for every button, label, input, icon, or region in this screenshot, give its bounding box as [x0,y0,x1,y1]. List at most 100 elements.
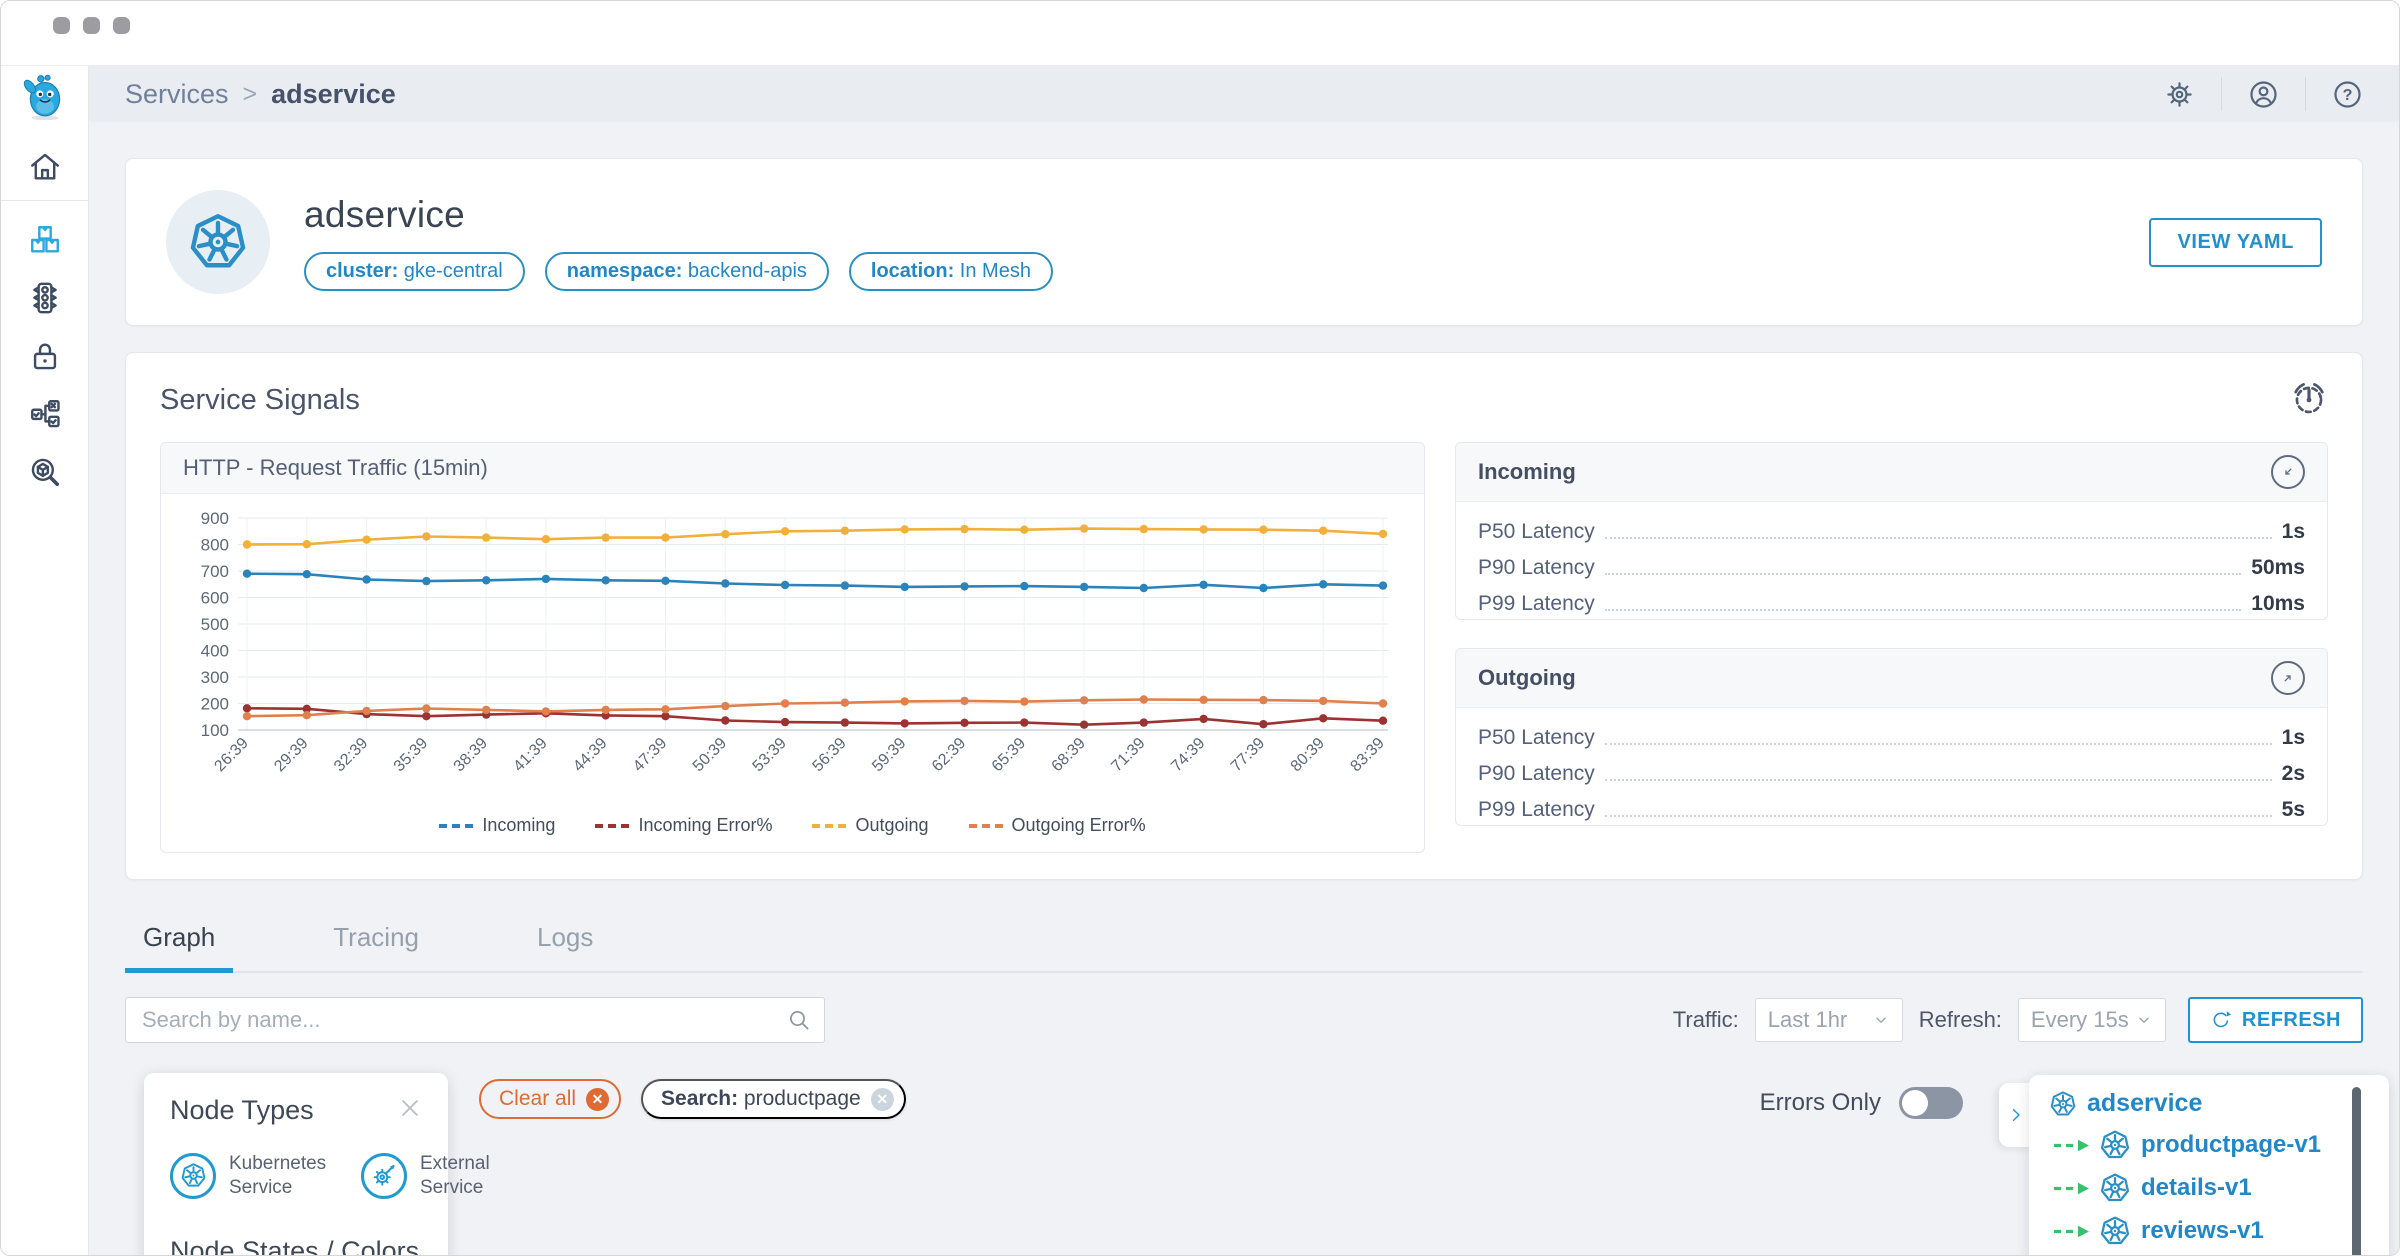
refresh-select[interactable]: Every 15s [2018,998,2166,1042]
svg-text:26:39: 26:39 [211,735,251,775]
service-title: adservice [304,194,1053,236]
tab-tracing[interactable]: Tracing [329,914,423,971]
legend-label: Outgoing [855,815,928,836]
side-panel-target-productpage-v1[interactable]: productpage-v1 [2049,1129,2349,1161]
svg-text:44:39: 44:39 [570,735,610,775]
gauge-icon[interactable] [2290,379,2328,422]
latency-label: P90 Latency [1478,556,1595,580]
legend-label: Outgoing Error% [1012,815,1146,836]
sidebar-item-traffic-light[interactable] [1,269,88,327]
graph-canvas[interactable]: Node Types Kubernetes Service External S… [125,1073,2363,1256]
graph-toolbar: Traffic: Last 1hr Refresh: Every 15s [125,997,2363,1043]
side-panel-root-service[interactable]: adservice [2049,1089,2349,1118]
home-icon [28,150,62,184]
badge-location[interactable]: location: In Mesh [849,252,1053,291]
traffic-select[interactable]: Last 1hr [1755,998,1903,1042]
svg-text:56:39: 56:39 [809,735,849,775]
latency-label: P50 Latency [1478,520,1595,544]
sidebar-item-home[interactable] [1,138,88,196]
clear-all-x-icon[interactable]: ✕ [586,1088,609,1111]
sidebar-divider [1,200,88,201]
svg-text:53:39: 53:39 [750,735,790,775]
node-type-label: Kubernetes Service [229,1152,321,1200]
clear-all-chip[interactable]: Clear all ✕ [479,1079,621,1119]
chevron-down-icon [1872,1011,1890,1029]
kubernetes-icon [2099,1172,2131,1204]
latency-row: P50 Latency 1s [1478,510,2305,546]
app-window: Services > adservice adservi [0,0,2400,1256]
edge-arrow-icon [2053,1139,2089,1152]
sidebar-item-search-explore[interactable] [1,443,88,501]
svg-text:700: 700 [201,562,229,581]
close-icon[interactable] [398,1096,422,1125]
incoming-title: Incoming [1478,459,1576,485]
node-type-kubernetes-service: Kubernetes Service [170,1152,321,1200]
dotted-leader [1605,609,2242,611]
refresh-button[interactable]: REFRESH [2188,997,2363,1043]
latency-value: 5s [2282,798,2305,822]
window-dot[interactable] [83,17,100,34]
window-dot[interactable] [113,17,130,34]
latency-label: P99 Latency [1478,592,1595,616]
help-icon[interactable] [2332,79,2363,110]
svg-text:80:39: 80:39 [1288,735,1328,775]
kiali-logo[interactable] [20,68,70,124]
window-dot[interactable] [53,17,70,34]
latency-row: P50 Latency 1s [1478,716,2305,752]
external-service-icon [361,1153,407,1199]
view-yaml-button[interactable]: VIEW YAML [2149,218,2322,267]
user-account-icon[interactable] [2248,79,2279,110]
svg-text:62:39: 62:39 [929,735,969,775]
svg-text:300: 300 [201,668,229,687]
legend-item-incoming[interactable]: Incoming [439,815,555,836]
edge-arrow-icon [2053,1225,2089,1238]
kubernetes-service-icon [170,1153,216,1199]
topbar: Services > adservice [89,66,2399,122]
errors-only-label: Errors Only [1760,1089,1881,1117]
graph-legend-panel: Node Types Kubernetes Service External S… [144,1073,448,1256]
legend-item-incoming-error-[interactable]: Incoming Error% [595,815,772,836]
tab-graph[interactable]: Graph [139,914,219,971]
service-header-card: adservice cluster: gke-central namespace:… [125,158,2363,326]
legend-item-outgoing[interactable]: Outgoing [812,815,928,836]
remove-filter-x-icon[interactable]: ✕ [871,1088,894,1111]
incoming-arrow-icon[interactable] [2271,455,2305,489]
outgoing-arrow-icon[interactable] [2271,661,2305,695]
detail-tabs: Graph Tracing Logs [125,914,2363,973]
traffic-chart-panel: HTTP - Request Traffic (15min) 900800700… [160,442,1425,853]
search-filter-chip[interactable]: Search: productpage ✕ [641,1079,906,1119]
badge-namespace[interactable]: namespace: backend-apis [545,252,829,291]
scrollbar-thumb[interactable] [2352,1087,2361,1256]
legend-label: Incoming [482,815,555,836]
sidebar-item-applications[interactable] [1,211,88,269]
svg-text:600: 600 [201,589,229,608]
svg-text:74:39: 74:39 [1168,735,1208,775]
svg-text:29:39: 29:39 [271,735,311,775]
side-panel-target-details-v1[interactable]: details-v1 [2049,1172,2349,1204]
side-panel-target-reviews-v1[interactable]: reviews-v1 [2049,1215,2349,1247]
legend-item-outgoing-error-[interactable]: Outgoing Error% [969,815,1146,836]
incoming-panel: Incoming P50 Latency 1sP90 Latency 50msP… [1455,442,2328,620]
badge-cluster[interactable]: cluster: gke-central [304,252,525,291]
traffic-chart: 90080070060050040030020010026:3929:3932:… [183,508,1402,808]
svg-text:41:39: 41:39 [510,735,550,775]
refresh-label: Refresh: [1919,1007,2002,1033]
panel-collapse-tab[interactable] [1999,1083,2033,1147]
chart-legend: Incoming Incoming Error% Outgoing Outgoi… [183,813,1402,846]
left-sidebar [1,66,89,1256]
legend-swatch [969,824,1003,828]
svg-text:77:39: 77:39 [1228,735,1268,775]
errors-only-toggle[interactable] [1899,1087,1963,1119]
kubernetes-icon [2049,1090,2077,1118]
outgoing-title: Outgoing [1478,665,1576,691]
svg-text:500: 500 [201,615,229,634]
search-input[interactable] [125,997,825,1043]
sidebar-item-security-lock[interactable] [1,327,88,385]
breadcrumb-section[interactable]: Services [125,79,229,110]
node-type-external-service: External Service [361,1152,512,1200]
sidebar-item-topology[interactable] [1,385,88,443]
breadcrumb-separator: > [243,80,258,109]
tab-logs[interactable]: Logs [533,914,597,971]
settings-gear-icon[interactable] [2164,79,2195,110]
filter-chips: Clear all ✕ Search: productpage ✕ [479,1079,906,1119]
